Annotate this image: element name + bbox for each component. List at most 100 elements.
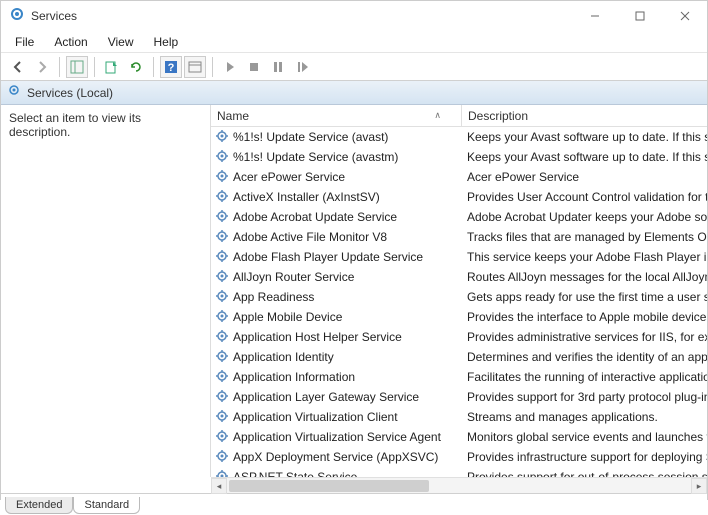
service-description-cell: Gets apps ready for use the first time a…	[461, 290, 707, 304]
service-description-text: Provides support for 3rd party protocol …	[467, 390, 707, 404]
service-row[interactable]: App Readiness Gets apps ready for use the…	[211, 287, 707, 307]
service-description-cell: Provides infrastructure support for depl…	[461, 450, 707, 464]
app-icon	[9, 6, 25, 27]
back-button[interactable]	[7, 56, 29, 78]
service-description-cell: Acer ePower Service	[461, 170, 707, 184]
show-hide-tree-button[interactable]	[66, 56, 88, 78]
service-name-text: Application Host Helper Service	[233, 330, 402, 344]
stop-service-button[interactable]	[243, 56, 265, 78]
service-description-text: Facilitates the running of interactive a…	[467, 370, 707, 384]
minimize-button[interactable]	[572, 1, 617, 31]
service-description-text: Gets apps ready for use the first time a…	[467, 290, 707, 304]
pause-service-button[interactable]	[267, 56, 289, 78]
window-title: Services	[25, 9, 572, 23]
service-row[interactable]: ASP.NET State ServiceProvides support fo…	[211, 467, 707, 477]
service-description-cell: Tracks files that are managed by Element…	[461, 230, 707, 244]
title-bar: Services	[1, 1, 707, 31]
service-row[interactable]: ActiveX Installer (AxInstSV)Provides Use…	[211, 187, 707, 207]
gear-icon	[215, 289, 229, 306]
scroll-thumb[interactable]	[229, 480, 429, 492]
service-name-text: Application Identity	[233, 350, 334, 364]
menu-help[interactable]: Help	[144, 33, 189, 51]
service-name-text: Adobe Active File Monitor V8	[233, 230, 387, 244]
service-row[interactable]: Apple Mobile Device Provides the interfac…	[211, 307, 707, 327]
gear-icon	[215, 129, 229, 146]
console-tree-root-label[interactable]: Services (Local)	[27, 86, 113, 100]
service-row[interactable]: Application Host Helper Service Provides …	[211, 327, 707, 347]
menu-bar: File Action View Help	[1, 31, 707, 53]
service-list[interactable]: %1!s! Update Service (avast) Keeps your A…	[211, 127, 707, 477]
service-description-text: Keeps your Avast software up to date. If…	[467, 130, 707, 144]
window-controls	[572, 1, 707, 31]
service-row[interactable]: %1!s! Update Service (avastm)Keeps your …	[211, 147, 707, 167]
maximize-button[interactable]	[617, 1, 662, 31]
gear-icon	[215, 309, 229, 326]
service-name-text: %1!s! Update Service (avast)	[233, 130, 388, 144]
column-header-description[interactable]: Description	[462, 109, 707, 123]
service-description-text: Provides infrastructure support for depl…	[467, 450, 707, 464]
service-description-text: Tracks files that are managed by Element…	[467, 230, 707, 244]
service-row[interactable]: Application Virtualization ClientStreams…	[211, 407, 707, 427]
help-button[interactable]: ?	[160, 56, 182, 78]
service-row[interactable]: AppX Deployment Service (AppXSVC) Provide…	[211, 447, 707, 467]
toolbar-separator	[94, 57, 95, 77]
service-row[interactable]: Adobe Active File Monitor V8 Tracks files…	[211, 227, 707, 247]
service-row[interactable]: %1!s! Update Service (avast) Keeps your A…	[211, 127, 707, 147]
toolbar-separator	[59, 57, 60, 77]
menu-view[interactable]: View	[98, 33, 144, 51]
service-description-cell: Facilitates the running of interactive a…	[461, 370, 707, 384]
service-name-cell: Adobe Acrobat Update Service	[211, 209, 461, 226]
refresh-button[interactable]	[125, 56, 147, 78]
scroll-right-button[interactable]: ▸	[691, 478, 707, 494]
close-button[interactable]	[662, 1, 707, 31]
service-description-cell: Provides administrative services for IIS…	[461, 330, 707, 344]
scroll-left-button[interactable]: ◂	[211, 478, 227, 494]
console-tree-header: Services (Local)	[1, 81, 707, 105]
column-header-name[interactable]: Name ∧	[211, 109, 461, 123]
sort-ascending-icon: ∧	[434, 110, 441, 121]
export-list-button[interactable]	[101, 56, 123, 78]
detail-pane: Select an item to view its description.	[1, 105, 211, 477]
service-name-cell: %1!s! Update Service (avast)	[211, 129, 461, 146]
forward-button[interactable]	[31, 56, 53, 78]
service-row[interactable]: Adobe Flash Player Update Service This se…	[211, 247, 707, 267]
service-description-text: Monitors global service events and launc…	[467, 430, 707, 444]
menu-action[interactable]: Action	[44, 33, 97, 51]
start-service-button[interactable]	[219, 56, 241, 78]
service-name-text: AppX Deployment Service (AppXSVC)	[233, 450, 438, 464]
gear-icon	[215, 369, 229, 386]
horizontal-scrollbar[interactable]: ◂ ▸	[211, 477, 707, 493]
list-pane: Name ∧ Description %1!s! Update Service …	[211, 105, 707, 477]
service-row[interactable]: Application Information Facilitates the r…	[211, 367, 707, 387]
column-header-name-label: Name	[217, 109, 249, 123]
restart-service-button[interactable]	[291, 56, 313, 78]
properties-button[interactable]	[184, 56, 206, 78]
service-name-text: Application Layer Gateway Service	[233, 390, 419, 404]
service-name-text: Apple Mobile Device	[233, 310, 342, 324]
service-row[interactable]: Acer ePower ServiceAcer ePower Service	[211, 167, 707, 187]
gear-icon	[215, 209, 229, 226]
service-description-text: Keeps your Avast software up to date. If…	[467, 150, 707, 164]
service-name-text: App Readiness	[233, 290, 314, 304]
service-description-cell: Routes AllJoyn messages for the local Al…	[461, 270, 707, 284]
service-row[interactable]: Application Layer Gateway Service Provide…	[211, 387, 707, 407]
service-name-cell: App Readiness	[211, 289, 461, 306]
toolbar-separator	[153, 57, 154, 77]
gear-icon	[215, 429, 229, 446]
service-row[interactable]: Application IdentityDetermines and verif…	[211, 347, 707, 367]
service-description-text: Streams and manages applications.	[467, 410, 658, 424]
service-description-text: This service keeps your Adobe Flash Play…	[467, 250, 707, 264]
service-row[interactable]: AllJoyn Router ServiceRoutes AllJoyn mes…	[211, 267, 707, 287]
service-row[interactable]: Application Virtualization Service Agent…	[211, 427, 707, 447]
service-name-cell: Application Information	[211, 369, 461, 386]
service-name-cell: Acer ePower Service	[211, 169, 461, 186]
menu-file[interactable]: File	[5, 33, 44, 51]
detail-prompt: Select an item to view its description.	[9, 111, 141, 139]
service-description-cell: Provides the interface to Apple mobile d…	[461, 310, 707, 324]
service-description-text: Provides User Account Control validation…	[467, 190, 707, 204]
service-row[interactable]: Adobe Acrobat Update ServiceAdobe Acroba…	[211, 207, 707, 227]
service-description-cell: Monitors global service events and launc…	[461, 430, 707, 444]
service-name-text: Adobe Flash Player Update Service	[233, 250, 423, 264]
gear-icon	[215, 469, 229, 478]
service-name-cell: Application Identity	[211, 349, 461, 366]
